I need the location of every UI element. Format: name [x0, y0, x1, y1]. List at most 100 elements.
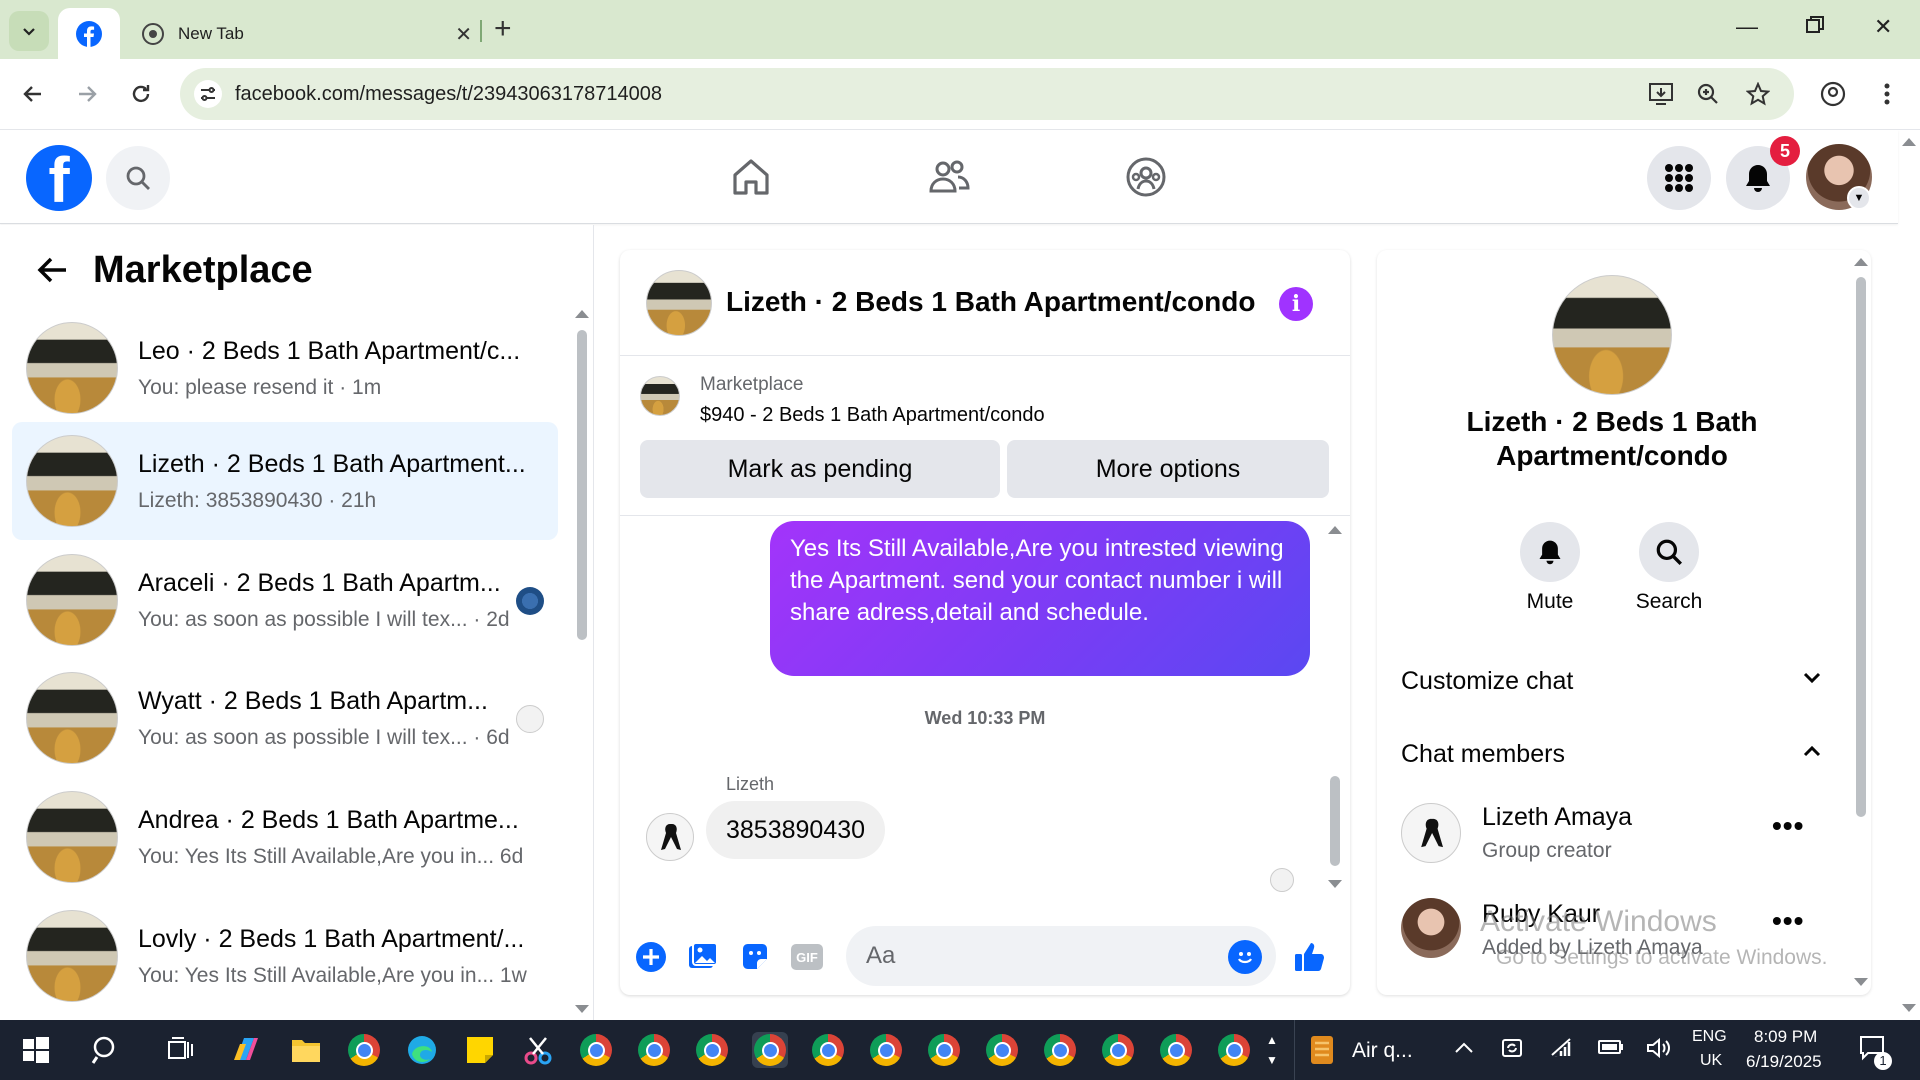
back-button[interactable]: [18, 79, 48, 109]
reload-button[interactable]: [126, 79, 156, 109]
message-input[interactable]: [846, 926, 1276, 986]
search-icon[interactable]: [88, 1032, 124, 1068]
scrollbar-thumb[interactable]: [1856, 277, 1866, 817]
forward-button[interactable]: [72, 79, 102, 109]
sticky-notes-icon[interactable]: [462, 1032, 498, 1068]
scroll-down-arrow[interactable]: [575, 1005, 589, 1013]
battery-icon[interactable]: [1598, 1039, 1624, 1060]
photo-icon[interactable]: [686, 940, 720, 974]
plus-icon[interactable]: [634, 940, 668, 974]
sticker-icon[interactable]: [738, 940, 772, 974]
minimize-button[interactable]: —: [1736, 14, 1758, 40]
address-bar[interactable]: facebook.com/messages/t/2394306317871400…: [180, 68, 1794, 120]
conversation-item[interactable]: Wyatt · 2 Beds 1 Bath Apartm... You: as …: [12, 659, 558, 777]
chrome-taskbar-icon[interactable]: [810, 1032, 846, 1068]
scroll-up-arrow[interactable]: [1854, 258, 1868, 266]
chrome-taskbar-icon[interactable]: [694, 1032, 730, 1068]
customize-chat-toggle[interactable]: Customize chat: [1401, 667, 1573, 696]
info-icon[interactable]: i: [1279, 287, 1313, 321]
close-tab-icon[interactable]: ✕: [455, 22, 472, 47]
chrome-taskbar-icon-active[interactable]: [752, 1032, 788, 1068]
listing-price[interactable]: $940 - 2 Beds 1 Bath Apartment/condo: [700, 404, 1045, 427]
nav-home[interactable]: [726, 152, 776, 202]
wifi-icon[interactable]: [1550, 1037, 1574, 1064]
new-tab-button[interactable]: +: [494, 14, 512, 44]
member-name[interactable]: Lizeth Amaya: [1482, 803, 1632, 832]
sync-icon[interactable]: [1500, 1036, 1524, 1065]
chrome-taskbar-icon[interactable]: [636, 1032, 672, 1068]
facebook-logo[interactable]: f: [26, 145, 92, 211]
task-view-icon[interactable]: [162, 1032, 198, 1068]
chrome-taskbar-icon[interactable]: [1216, 1032, 1252, 1068]
taskbar-overflow-chevrons[interactable]: ▲ ▼: [1266, 1030, 1278, 1070]
windows-start-icon[interactable]: [18, 1032, 54, 1068]
more-options-button[interactable]: More options: [1007, 440, 1329, 498]
snipping-tool-icon[interactable]: [520, 1032, 556, 1068]
language-indicator[interactable]: ENG: [1692, 1028, 1727, 1046]
thumbs-up-icon[interactable]: [1293, 940, 1327, 974]
profile-button[interactable]: [1818, 79, 1848, 109]
conversation-item[interactable]: Lovly · 2 Beds 1 Bath Apartment/... You:…: [12, 897, 558, 1015]
scroll-down-arrow[interactable]: [1854, 978, 1868, 986]
emoji-icon[interactable]: [1228, 940, 1262, 974]
gif-icon[interactable]: GIF: [790, 940, 824, 974]
conversation-item[interactable]: Araceli · 2 Beds 1 Bath Apartm... You: a…: [12, 541, 558, 659]
chat-members-toggle[interactable]: Chat members: [1401, 740, 1565, 769]
air-quality-label[interactable]: Air q...: [1352, 1039, 1413, 1063]
clock-date[interactable]: 6/19/2025: [1746, 1052, 1822, 1072]
chrome-taskbar-icon[interactable]: [1158, 1032, 1194, 1068]
copilot-icon[interactable]: [228, 1032, 264, 1068]
sender-avatar[interactable]: [646, 813, 694, 861]
scrollbar-thumb[interactable]: [1330, 776, 1340, 866]
scroll-down-arrow[interactable]: [1328, 880, 1342, 888]
scrollbar-thumb[interactable]: [577, 330, 587, 640]
conversation-item[interactable]: Leo · 2 Beds 1 Bath Apartment/c... You: …: [12, 309, 558, 427]
scroll-up-arrow[interactable]: [1328, 526, 1342, 534]
clock-time[interactable]: 8:09 PM: [1754, 1027, 1817, 1047]
mute-button[interactable]: [1520, 522, 1580, 582]
member-avatar[interactable]: [1401, 898, 1461, 958]
air-quality-widget-icon[interactable]: [1304, 1032, 1340, 1068]
volume-icon[interactable]: [1645, 1036, 1671, 1065]
member-avatar[interactable]: [1401, 803, 1461, 863]
chrome-taskbar-icon[interactable]: [346, 1032, 382, 1068]
close-window-button[interactable]: ✕: [1874, 14, 1892, 40]
back-arrow-button[interactable]: [36, 255, 68, 290]
tab-facebook[interactable]: [58, 8, 120, 59]
search-in-chat-button[interactable]: [1639, 522, 1699, 582]
tab-new-tab[interactable]: New Tab ✕: [128, 8, 478, 59]
restore-button[interactable]: [1806, 14, 1824, 40]
nav-friends[interactable]: [924, 152, 974, 202]
member-options-button[interactable]: •••: [1772, 905, 1804, 937]
chrome-taskbar-icon[interactable]: [578, 1032, 614, 1068]
bookmark-star-icon[interactable]: [1745, 81, 1771, 111]
chevron-down-icon[interactable]: ▼: [1847, 186, 1871, 210]
chat-avatar[interactable]: [646, 270, 712, 336]
conversation-item-active[interactable]: Lizeth · 2 Beds 1 Bath Apartment... Lize…: [12, 422, 558, 540]
chevron-down-icon[interactable]: [1802, 668, 1822, 691]
zoom-icon[interactable]: [1696, 82, 1720, 111]
chrome-taskbar-icon[interactable]: [1042, 1032, 1078, 1068]
install-app-icon[interactable]: [1648, 82, 1674, 111]
site-info-icon[interactable]: [194, 80, 222, 108]
tab-search-button[interactable]: [9, 11, 49, 51]
chrome-taskbar-icon[interactable]: [926, 1032, 962, 1068]
chrome-taskbar-icon[interactable]: [1100, 1032, 1136, 1068]
search-button[interactable]: [106, 146, 170, 210]
file-explorer-icon[interactable]: [288, 1032, 324, 1068]
edge-icon[interactable]: [404, 1032, 440, 1068]
page-scroll-down-arrow[interactable]: [1902, 1004, 1916, 1012]
member-options-button[interactable]: •••: [1772, 810, 1804, 842]
chrome-taskbar-icon[interactable]: [984, 1032, 1020, 1068]
browser-menu-button[interactable]: [1872, 79, 1902, 109]
scroll-up-arrow[interactable]: [575, 310, 589, 318]
tray-chevron-up-icon[interactable]: [1454, 1038, 1474, 1059]
chat-title[interactable]: Lizeth · 2 Beds 1 Bath Apartment/condo: [726, 286, 1255, 318]
page-scroll-up-arrow[interactable]: [1902, 138, 1916, 146]
chevron-up-icon[interactable]: [1802, 741, 1822, 764]
mark-as-pending-button[interactable]: Mark as pending: [640, 440, 1000, 498]
chrome-taskbar-icon[interactable]: [868, 1032, 904, 1068]
conversation-item[interactable]: Andrea · 2 Beds 1 Bath Apartme... You: Y…: [12, 778, 558, 896]
nav-groups[interactable]: [1121, 152, 1171, 202]
menu-button[interactable]: [1647, 146, 1711, 210]
